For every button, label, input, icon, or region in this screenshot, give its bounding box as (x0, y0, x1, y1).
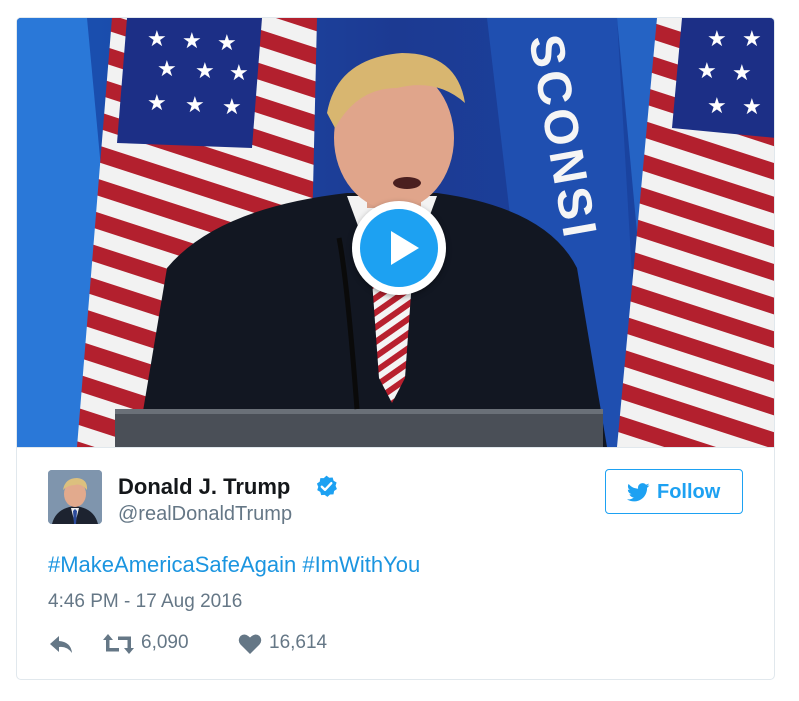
svg-text:★: ★ (697, 59, 717, 84)
like-count: 16,614 (269, 632, 328, 653)
heart-icon (238, 634, 262, 654)
avatar-photo (48, 470, 102, 524)
like-button[interactable]: 16,614 (238, 630, 348, 656)
hashtag-link[interactable]: #ImWithYou (302, 552, 420, 577)
reply-button[interactable] (48, 630, 78, 656)
author-handle[interactable]: @realDonaldTrump (118, 503, 292, 526)
svg-text:★: ★ (732, 61, 752, 86)
follow-button-label: Follow (657, 481, 721, 503)
svg-text:★: ★ (229, 61, 249, 86)
tweet-text: #MakeAmericaSafeAgain #ImWithYou (48, 552, 420, 578)
play-button[interactable] (352, 201, 446, 295)
verified-badge-icon (316, 475, 337, 497)
svg-text:★: ★ (742, 95, 762, 120)
retweet-icon (103, 634, 134, 654)
svg-text:★: ★ (147, 91, 167, 116)
twitter-bird-icon (627, 483, 650, 502)
svg-text:★: ★ (222, 95, 242, 120)
svg-text:★: ★ (742, 27, 762, 52)
svg-text:★: ★ (182, 29, 202, 54)
author-name[interactable]: Donald J. Trump (118, 474, 290, 500)
tweet-timestamp[interactable]: 4:46 PM - 17 Aug 2016 (48, 591, 242, 613)
retweet-count: 6,090 (141, 632, 189, 653)
svg-text:★: ★ (185, 93, 205, 118)
follow-button[interactable]: Follow (605, 469, 743, 514)
hashtag-link[interactable]: #MakeAmericaSafeAgain (48, 552, 296, 577)
reply-icon (50, 636, 72, 653)
svg-text:★: ★ (707, 27, 727, 52)
play-icon (360, 209, 438, 287)
svg-text:★: ★ (147, 27, 167, 52)
video-thumbnail[interactable]: SCONSI ★ ★ ★ ★ ★ ★ ★ ★ ★ ★ ★ ★ ★ ★ ★ (17, 18, 774, 448)
svg-text:★: ★ (157, 57, 177, 82)
svg-text:★: ★ (217, 31, 237, 56)
svg-text:★: ★ (195, 59, 215, 84)
retweet-button[interactable]: 6,090 (103, 630, 213, 656)
embedded-tweet-card: SCONSI ★ ★ ★ ★ ★ ★ ★ ★ ★ ★ ★ ★ ★ ★ ★ Don… (16, 17, 775, 680)
svg-text:★: ★ (707, 94, 727, 119)
avatar[interactable] (48, 470, 102, 524)
